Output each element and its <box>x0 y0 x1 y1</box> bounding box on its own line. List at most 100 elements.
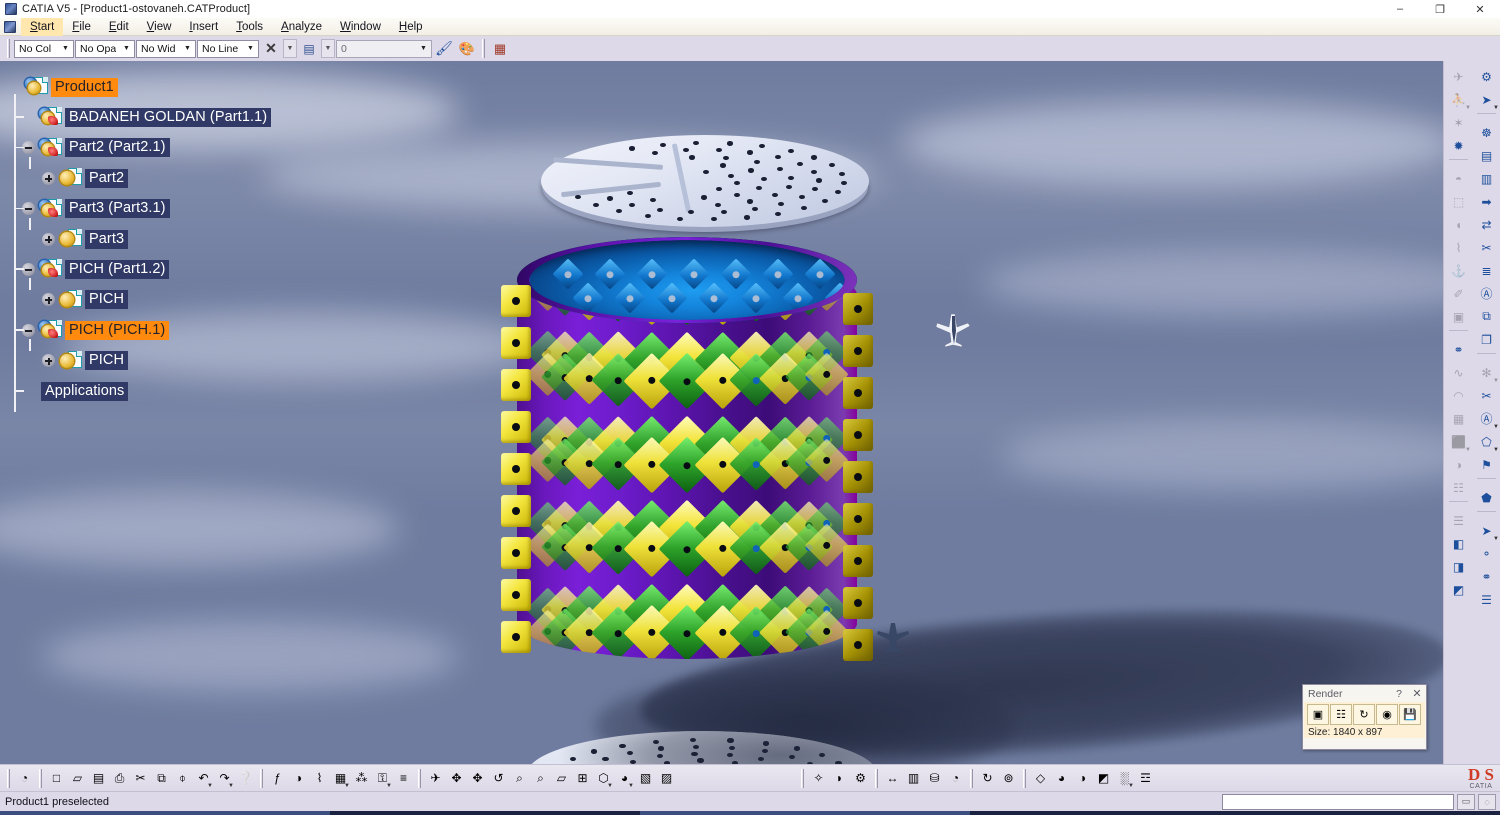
3d-viewport[interactable] <box>0 61 1443 764</box>
menu-item-insert[interactable]: Insert <box>180 18 227 36</box>
chevron-down-icon[interactable]: ▼ <box>607 783 613 789</box>
palette-button[interactable]: 🎨 <box>456 38 478 59</box>
tree-node-4[interactable]: Part3 (Part3.1) <box>22 198 170 220</box>
measure-between-icon[interactable]: ↔ <box>882 767 903 790</box>
tree-node-7[interactable]: PICH <box>42 289 128 311</box>
stamp-icon[interactable]: ⬟ <box>1474 486 1499 509</box>
anchor-icon[interactable]: ⚓ <box>1446 259 1471 282</box>
measure-item-icon[interactable]: ⌇ <box>309 767 330 790</box>
tree-node-label[interactable]: PICH <box>85 290 128 309</box>
tree-node-6[interactable]: PICH (Part1.2) <box>22 258 169 280</box>
chevron-down-icon[interactable]: ▼ <box>228 783 234 789</box>
minimize-button[interactable]: – <box>1380 0 1420 18</box>
tree-node-label[interactable]: Applications <box>41 382 128 401</box>
tree-node-label[interactable]: Part3 <box>85 230 128 249</box>
expand-icon[interactable] <box>42 354 55 367</box>
copy-icon[interactable]: ⧉ <box>151 767 172 790</box>
close-icon[interactable]: ✕ <box>1408 687 1426 700</box>
paste-icon[interactable]: ⌽ <box>172 767 193 790</box>
apply-material-button[interactable]: ▦ <box>489 38 511 59</box>
power-input-field[interactable] <box>1222 794 1454 810</box>
multi-view-icon[interactable]: ⊞ <box>572 767 593 790</box>
toolbar-grip[interactable] <box>970 769 973 788</box>
spline-icon[interactable]: ∿ <box>1446 361 1471 384</box>
toolbar-grip-2[interactable] <box>482 39 485 58</box>
tree-node-label[interactable]: PICH (PICH.1) <box>65 321 169 340</box>
constraint-create-icon[interactable]: ⚬ <box>1474 542 1499 565</box>
redo-icon[interactable]: ↷ ▼ <box>214 767 235 790</box>
whats-this-icon[interactable]: ❔ <box>235 767 256 790</box>
tree-node-label[interactable]: Part2 (Part2.1) <box>65 138 170 157</box>
toolbar-grip[interactable] <box>418 769 421 788</box>
toolbar-grip[interactable] <box>801 769 804 788</box>
chevron-down-icon[interactable]: ▼ <box>1128 783 1134 789</box>
new-product-icon[interactable]: ▥ <box>1474 167 1499 190</box>
fill-color-combo[interactable]: No Col ▼ <box>14 40 74 58</box>
capture-icon[interactable]: ▣ <box>1446 305 1471 328</box>
list-icon[interactable]: ≡ <box>393 767 414 790</box>
chevron-down-icon[interactable]: ▼ <box>207 783 213 789</box>
chevron-down-icon[interactable]: ▼ <box>180 41 195 57</box>
tree-node-label[interactable]: BADANEH GOLDAN (Part1.1) <box>65 108 271 127</box>
generate-numbering-icon[interactable]: Ⓐ <box>1474 282 1499 305</box>
toolbar-grip[interactable] <box>260 769 263 788</box>
menu-item-window[interactable]: Window <box>331 18 390 36</box>
cut-scissors-icon[interactable]: ✂ <box>1474 384 1499 407</box>
selective-load-icon[interactable]: ⧉ <box>1474 305 1499 328</box>
fly-mode-icon[interactable]: ✈ <box>425 767 446 790</box>
menu-item-edit[interactable]: Edit <box>100 18 138 36</box>
toolbar-grip[interactable] <box>1023 769 1026 788</box>
section-icon[interactable]: ◖ <box>1446 213 1471 236</box>
tree-node-1[interactable]: BADANEH GOLDAN (Part1.1) <box>22 106 271 128</box>
scene-browser-icon[interactable]: ☰ <box>1474 588 1499 611</box>
explode-icon[interactable]: ✶ <box>1446 111 1471 134</box>
mesh-icon[interactable]: ▦ <box>1446 407 1471 430</box>
paintbrush-button[interactable]: 🖌 <box>433 38 455 59</box>
tree-node-5[interactable]: Part3 <box>42 228 128 250</box>
render-dialog[interactable]: Render ? ✕ ▣ ☷ ↻ ◉ 💾 Size: 1840 x 897 <box>1302 684 1427 750</box>
swap-visible-icon[interactable]: ▨ <box>656 767 677 790</box>
solid-box-icon[interactable]: ⬛ ▼ <box>1446 430 1471 453</box>
measure-item2-icon[interactable]: ▥ <box>903 767 924 790</box>
balloon-icon[interactable]: ⬠ ▼ <box>1474 430 1499 453</box>
toolbar-grip[interactable] <box>7 769 10 788</box>
status-search-icon[interactable]: ◌ <box>1478 794 1496 810</box>
menu-item-file[interactable]: File <box>63 18 100 36</box>
lock-icon[interactable]: ⚿ ▼ <box>372 767 393 790</box>
knowledge-advisor-icon[interactable]: ◔ <box>14 767 35 790</box>
tree-node-0[interactable]: Product1 <box>8 76 118 98</box>
graph-tree-icon[interactable]: ✂ <box>1474 236 1499 259</box>
render-style-combo[interactable]: 0 ▼ <box>336 40 432 58</box>
update-icon[interactable]: ↻ <box>977 767 998 790</box>
rotate-icon[interactable]: ↺ <box>488 767 509 790</box>
distance-icon[interactable]: ⌇ <box>1446 236 1471 259</box>
close-button[interactable]: ✕ <box>1460 0 1500 18</box>
constraint-edit-icon[interactable]: ⚭ <box>1474 565 1499 588</box>
hide-show-icon[interactable]: ▧ <box>635 767 656 790</box>
manage-reps-icon[interactable]: ❐ <box>1474 328 1499 351</box>
new-part-icon[interactable]: ▤ <box>1474 144 1499 167</box>
expand-icon[interactable] <box>42 233 55 246</box>
update-all-icon[interactable]: ⊚ <box>998 767 1019 790</box>
animation-icon[interactable]: ☲ <box>1135 767 1156 790</box>
opacity-combo[interactable]: No Opa ▼ <box>75 40 135 58</box>
symbol-dropdown[interactable]: ▼ <box>283 39 297 58</box>
menu-item-tools[interactable]: Tools <box>227 18 272 36</box>
publish-b-icon[interactable]: ◨ <box>1446 555 1471 578</box>
zoom-out-icon[interactable]: ⌕ <box>530 767 551 790</box>
simulation-icon[interactable]: ⚙ <box>850 767 871 790</box>
reorder-tree-icon[interactable]: ≣ <box>1474 259 1499 282</box>
text-abc-icon[interactable]: Ⓐ ▼ <box>1474 407 1499 430</box>
tree-node-label[interactable]: PICH (Part1.2) <box>65 260 169 279</box>
fast-multi-icon[interactable]: ✻ ▼ <box>1474 361 1499 384</box>
render-export-icon[interactable]: ↻ <box>1353 704 1375 725</box>
help-icon[interactable]: ? <box>1390 688 1408 700</box>
restore-button[interactable]: ❐ <box>1420 0 1460 18</box>
table-icon[interactable]: ▦ ▼ <box>330 767 351 790</box>
render-style-icon[interactable]: ◕ ▼ <box>614 767 635 790</box>
isometric-view-icon[interactable]: ⬡ ▼ <box>593 767 614 790</box>
fit-all-icon[interactable]: ✥ <box>446 767 467 790</box>
chevron-down-icon[interactable]: ▼ <box>243 41 258 57</box>
undo-icon[interactable]: ↶ ▼ <box>193 767 214 790</box>
apply-material-icon[interactable]: ◇ <box>1030 767 1051 790</box>
